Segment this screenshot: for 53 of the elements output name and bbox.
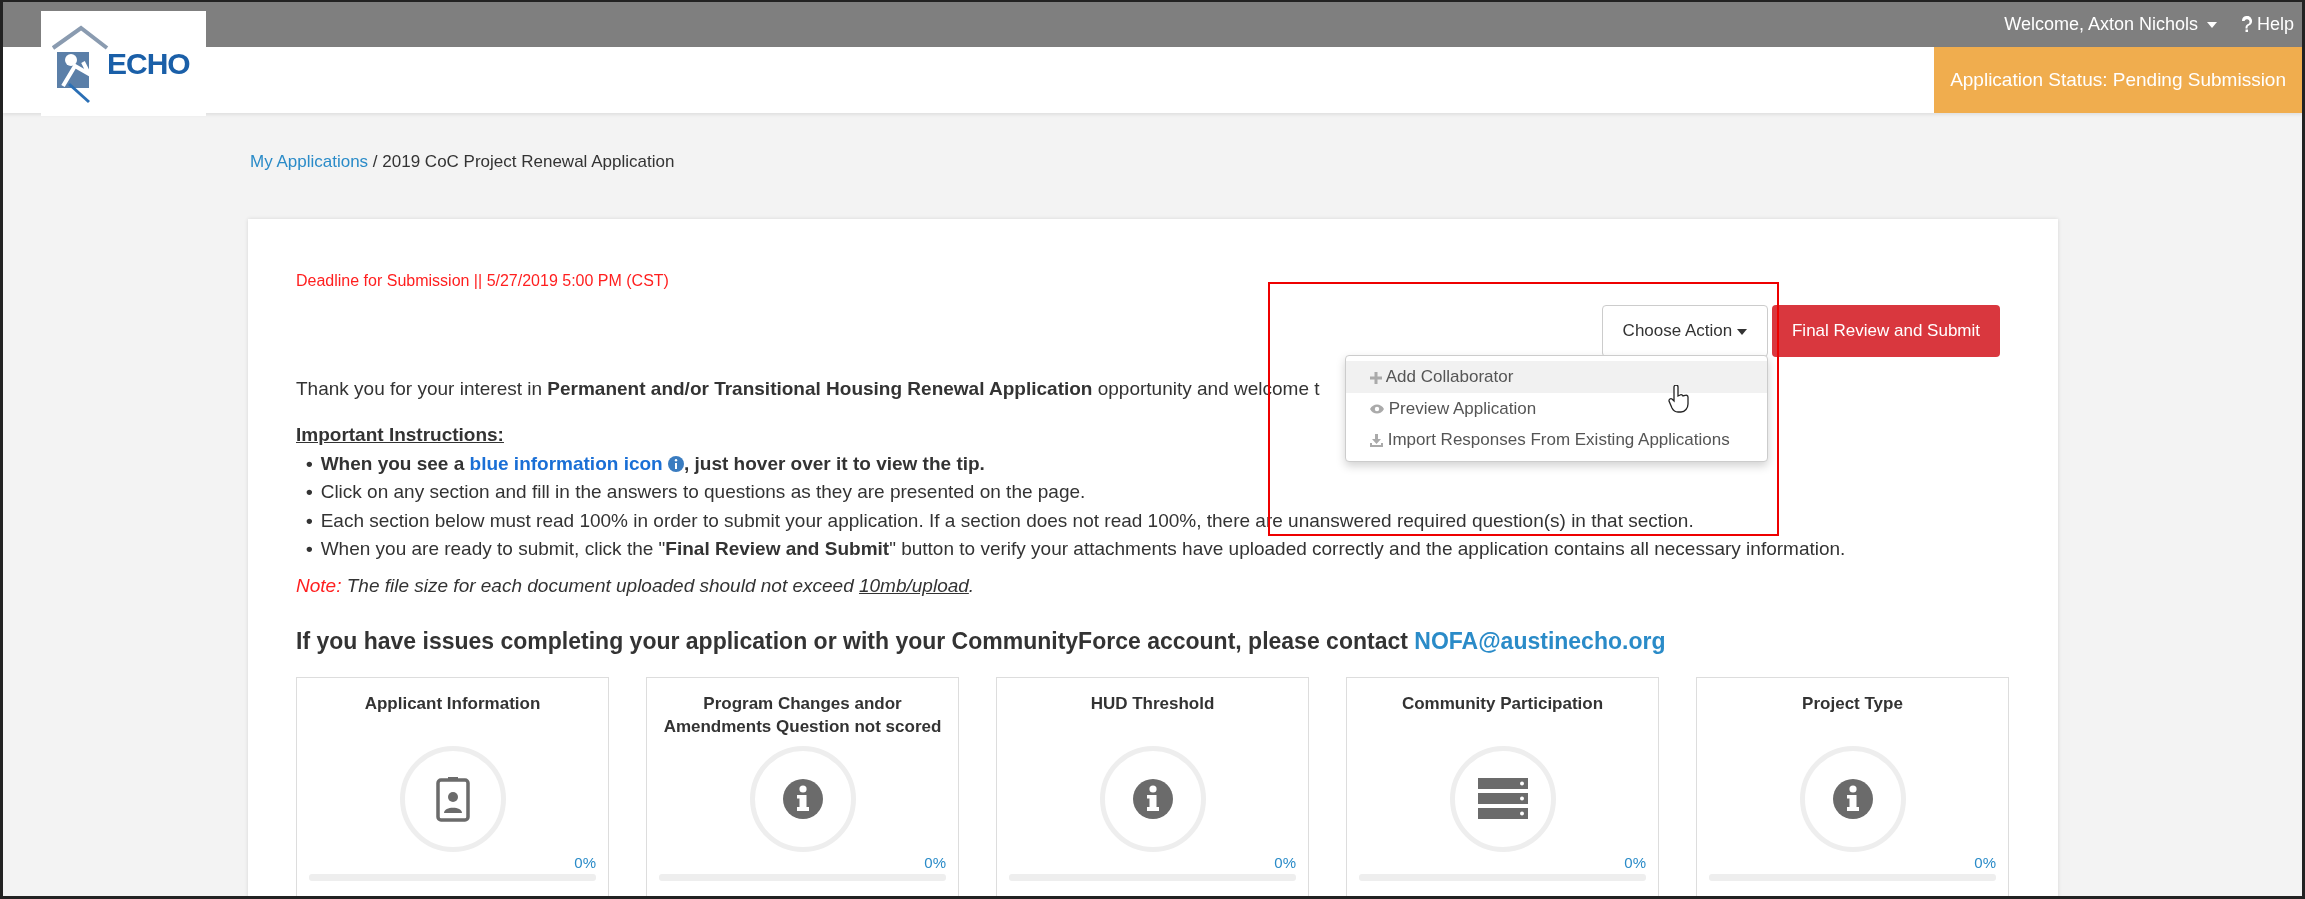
eye-icon <box>1369 404 1384 414</box>
bullet-marker: • <box>306 537 313 561</box>
instructions-heading: Important Instructions: <box>296 423 504 447</box>
id-badge-icon <box>435 775 470 822</box>
info-icon <box>668 455 684 472</box>
section-card[interactable]: Applicant Information 0% <box>296 676 609 896</box>
section-card[interactable]: HUD Threshold 0% <box>996 676 1309 896</box>
section-card[interactable]: Program Changes andor Amendments Question not scored 0% <box>646 676 959 896</box>
status-banner: Application Status: Pending Submission <box>1934 47 2302 113</box>
section-title: Program Changes andor Amendments Question not scored <box>662 692 943 739</box>
breadcrumb-text: 2019 CoC Project Renewal Application <box>382 152 675 171</box>
user-menu[interactable]: Welcome, Axton Nichols <box>2004 11 2217 38</box>
section-title: Community Participation <box>1400 692 1605 715</box>
progress-percent: 0% <box>573 852 596 873</box>
info-icon <box>1132 778 1173 819</box>
instruction-item: When you see a blue information icon , just hover over it to view the tip. <box>320 451 985 476</box>
progress-percent: 0% <box>1973 852 1996 873</box>
final-review-button[interactable]: Final Review and Submit <box>1771 305 2000 357</box>
logo-icon <box>49 23 111 104</box>
menu-item[interactable]: Add Collaborator <box>1345 361 1767 393</box>
help-icon <box>2240 16 2253 33</box>
menu-item[interactable]: Import Responses From Existing Applications <box>1345 424 1767 456</box>
plus-icon <box>1369 371 1382 384</box>
section-card[interactable]: Project Type 0% <box>1696 676 2009 896</box>
instruction-item: Click on any section and fill in the answers to questions as they are presented on the page. <box>320 480 1086 504</box>
caret-icon <box>2206 22 2217 29</box>
choose-action-button[interactable]: Choose Action <box>1601 305 1768 357</box>
info-icon <box>782 778 823 819</box>
menu-item[interactable]: Preview Application <box>1345 392 1767 424</box>
email-link[interactable]: NOFA@austinecho.org <box>1414 628 1666 654</box>
section-title: Project Type <box>1801 692 1904 715</box>
logo-text: ECHO <box>107 46 190 82</box>
bullet-marker: • <box>306 451 313 476</box>
progress-percent: 0% <box>923 852 946 873</box>
breadcrumb-text: / <box>372 152 378 171</box>
progress-percent: 0% <box>1623 852 1646 873</box>
server-icon <box>1477 777 1528 820</box>
section-title: Applicant Information <box>363 692 542 715</box>
section-title: HUD Threshold <box>1089 692 1216 715</box>
note-text: Note: The file size for each document uploaded should not exceed 10mb/upload. <box>296 573 975 598</box>
hand-cursor-icon <box>1668 385 1690 413</box>
section-card[interactable]: Community Participation 0% <box>1346 676 1659 896</box>
bullet-marker: • <box>306 508 313 533</box>
instruction-item: When you are ready to submit, click the "Final Review and Submit" button to verify your attachments have uploaded correctly and the application contains all necessary information. <box>320 537 1846 561</box>
progress-percent: 0% <box>1273 852 1296 873</box>
deadline-text: Deadline for Submission || 5/27/2019 5:00 PM (CST) <box>296 271 670 291</box>
download-icon <box>1369 434 1383 447</box>
help-link[interactable]: Help <box>2256 11 2294 38</box>
bullet-marker: • <box>306 480 313 504</box>
info-icon <box>1832 778 1873 819</box>
contact-text: If you have issues completing your application or with your CommunityForce account, please contact NOFA@austinecho.org <box>296 627 1667 656</box>
info-link[interactable]: blue information icon <box>469 452 663 474</box>
caret-icon <box>1736 328 1747 335</box>
